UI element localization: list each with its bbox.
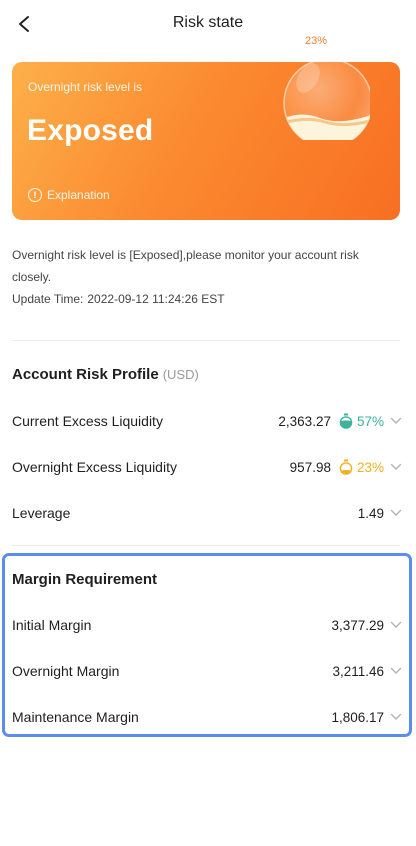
info-icon: ! bbox=[28, 188, 42, 202]
account-risk-title: Account Risk Profile (USD) bbox=[12, 366, 199, 383]
overnight-excess-liquidity-row[interactable]: Overnight Excess Liquidity 957.98 23% bbox=[12, 456, 402, 478]
risk-percent-badge: 23% bbox=[298, 31, 334, 51]
explanation-label: Explanation bbox=[47, 188, 110, 202]
row-label: Leverage bbox=[12, 505, 71, 521]
overnight-margin-row[interactable]: Overnight Margin 3,211.46 bbox=[12, 660, 402, 682]
row-value: 957.98 bbox=[289, 459, 331, 475]
chevron-down-icon[interactable] bbox=[390, 461, 402, 473]
row-label: Overnight Excess Liquidity bbox=[12, 459, 177, 475]
chevron-down-icon[interactable] bbox=[390, 619, 402, 631]
divider bbox=[12, 340, 400, 341]
risk-level-subtitle: Overnight risk level is bbox=[28, 80, 143, 94]
liquidity-gauge-icon bbox=[339, 413, 353, 429]
row-value: 1,806.17 bbox=[331, 709, 384, 725]
row-value: 2,363.27 bbox=[278, 413, 331, 429]
account-risk-title-text: Account Risk Profile bbox=[12, 366, 159, 383]
row-value: 1.49 bbox=[357, 505, 384, 521]
margin-requirement-title: Margin Requirement bbox=[12, 571, 158, 588]
chevron-down-icon[interactable] bbox=[390, 665, 402, 677]
row-percent: 57% bbox=[356, 413, 384, 429]
row-value: 3,377.29 bbox=[331, 617, 384, 633]
maintenance-margin-row[interactable]: Maintenance Margin 1,806.17 bbox=[12, 706, 402, 728]
update-time-label: Update Time: bbox=[12, 292, 84, 306]
row-percent: 23% bbox=[356, 459, 384, 475]
update-time: Update Time: 2022-09-12 11:24:26 EST bbox=[12, 292, 225, 306]
update-time-value: 2022-09-12 11:24:26 EST bbox=[87, 292, 225, 306]
row-value: 3,211.46 bbox=[332, 663, 384, 679]
divider bbox=[12, 545, 400, 546]
explanation-link[interactable]: ! Explanation bbox=[28, 188, 110, 202]
chevron-down-icon[interactable] bbox=[390, 415, 402, 427]
risk-description: Overnight risk level is [Exposed],please… bbox=[12, 248, 359, 284]
chevron-down-icon[interactable] bbox=[390, 507, 402, 519]
currency-unit: (USD) bbox=[162, 367, 199, 382]
liquidity-gauge-icon bbox=[339, 459, 353, 475]
current-excess-liquidity-row[interactable]: Current Excess Liquidity 2,363.27 57% bbox=[12, 410, 402, 432]
initial-margin-row[interactable]: Initial Margin 3,377.29 bbox=[12, 614, 402, 636]
row-label: Maintenance Margin bbox=[12, 709, 139, 725]
row-label: Initial Margin bbox=[12, 617, 92, 633]
row-label: Overnight Margin bbox=[12, 663, 120, 679]
leverage-row[interactable]: Leverage 1.49 bbox=[12, 502, 402, 524]
row-label: Current Excess Liquidity bbox=[12, 413, 163, 429]
chevron-down-icon[interactable] bbox=[390, 711, 402, 723]
risk-level-value: Exposed bbox=[27, 114, 154, 147]
